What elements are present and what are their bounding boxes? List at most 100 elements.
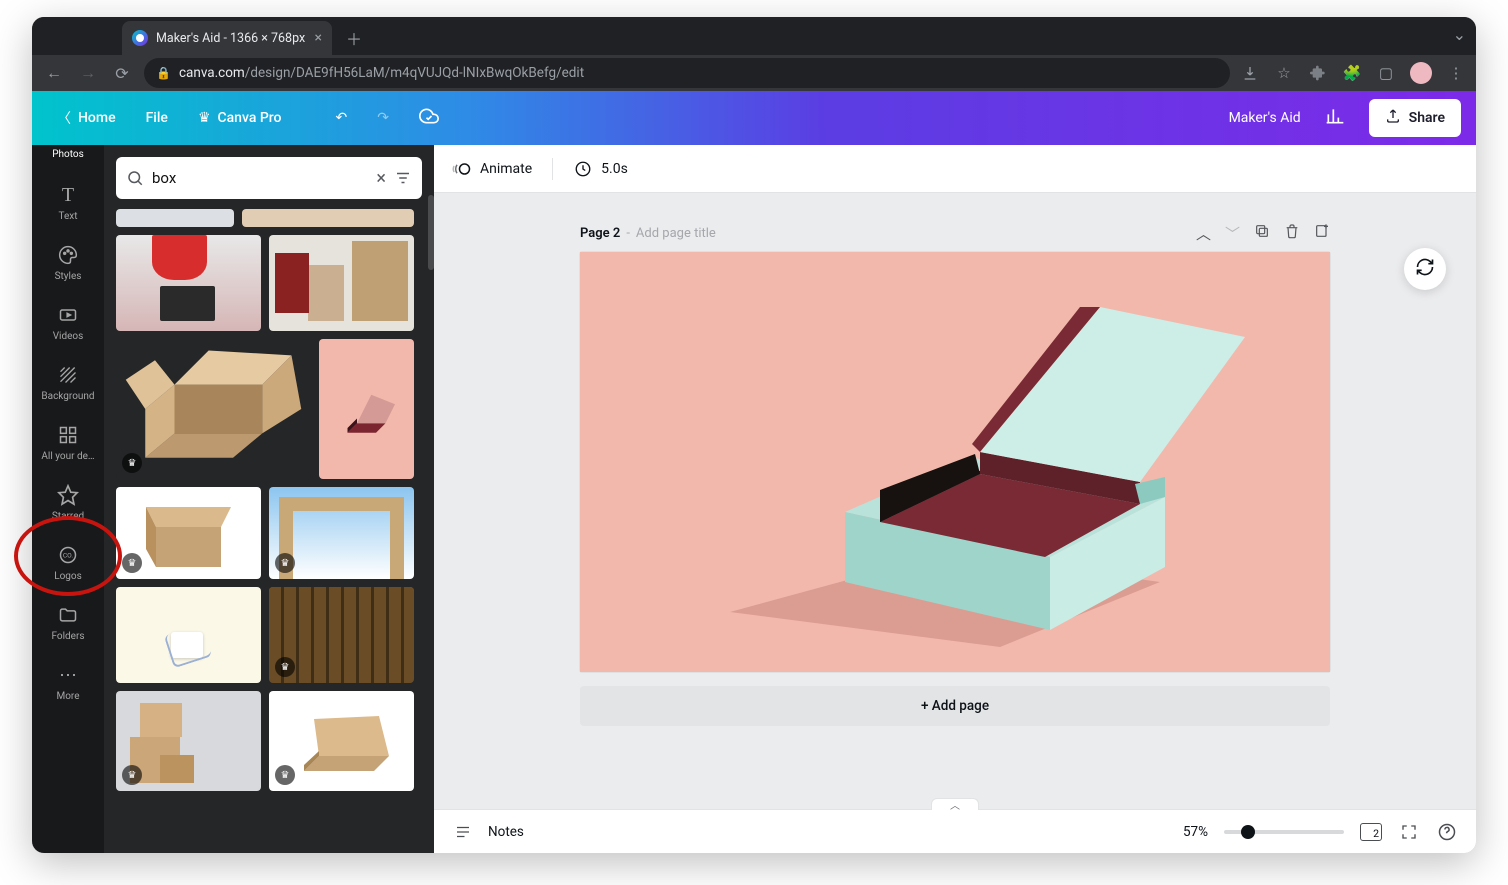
notes-icon[interactable] <box>452 821 474 843</box>
photo-result[interactable] <box>269 235 414 331</box>
page-indicator[interactable]: 2 <box>1360 823 1382 841</box>
rail-item-videos[interactable]: Videos <box>32 293 104 353</box>
search-box[interactable]: × <box>116 157 422 199</box>
rail-item-logos[interactable]: CO. Logos <box>32 533 104 593</box>
back-button[interactable]: ← <box>42 61 66 85</box>
insights-button[interactable] <box>1315 100 1355 136</box>
canvas-toolbar: Animate 5.0s <box>434 145 1476 193</box>
fullscreen-icon[interactable] <box>1398 821 1420 843</box>
notes-label[interactable]: Notes <box>488 824 524 840</box>
profile-avatar[interactable] <box>1410 62 1432 84</box>
rail-label: Styles <box>55 271 82 282</box>
undo-button[interactable]: ↶ <box>326 104 358 132</box>
canva-pro-button[interactable]: ♛ Canva Pro <box>188 104 292 132</box>
page-down-icon[interactable]: ﹀ <box>1225 223 1240 244</box>
photo-result[interactable]: ♛ <box>116 691 261 791</box>
photo-result[interactable]: ♛ <box>269 691 414 791</box>
photo-result[interactable]: ♛ <box>116 487 261 579</box>
help-icon[interactable] <box>1436 821 1458 843</box>
kebab-menu-icon[interactable]: ⋮ <box>1446 63 1466 83</box>
pro-badge-icon: ♛ <box>275 657 295 677</box>
tab-overflow-icon[interactable]: ⌄ <box>1453 25 1466 44</box>
photo-result[interactable] <box>242 209 414 227</box>
canvas-viewport[interactable]: Page 2 - Add page title ︿ ﹀ <box>434 193 1476 809</box>
file-label: File <box>146 110 168 126</box>
zoom-slider[interactable] <box>1224 830 1344 834</box>
app-header: 〈 Home File ♛ Canva Pro ↶ ↷ <box>32 91 1476 145</box>
clear-search-icon[interactable]: × <box>376 168 386 189</box>
new-tab-button[interactable]: ＋ <box>340 24 368 52</box>
rail-label: Photos <box>52 149 84 160</box>
rail-label: All your de… <box>41 451 94 462</box>
cloud-sync-button[interactable] <box>409 100 449 136</box>
duration-button[interactable]: 5.0s <box>573 159 628 179</box>
add-page-button[interactable]: + Add page <box>580 686 1330 726</box>
search-input[interactable] <box>152 169 368 187</box>
file-menu[interactable]: File <box>136 104 178 132</box>
duration-label: 5.0s <box>601 161 628 177</box>
page-label: Page 2 <box>580 226 620 241</box>
refresh-icon <box>1415 257 1435 281</box>
photo-result[interactable] <box>116 587 261 683</box>
slider-knob[interactable] <box>1241 825 1255 839</box>
crown-icon: ♛ <box>198 110 211 126</box>
photo-result[interactable] <box>116 235 261 331</box>
panel-scrollbar[interactable] <box>427 157 434 847</box>
install-app-icon[interactable] <box>1240 63 1260 83</box>
svg-text:CO.: CO. <box>63 552 74 560</box>
reload-button[interactable]: ⟳ <box>110 61 134 85</box>
extensions-puzzle-icon[interactable]: 🧩 <box>1342 63 1362 83</box>
expand-timeline-button[interactable]: ︿ <box>931 798 979 810</box>
animate-button[interactable]: Animate <box>452 159 532 179</box>
extension-icon[interactable] <box>1308 63 1328 83</box>
duplicate-page-icon[interactable] <box>1254 223 1270 244</box>
rail-item-all-designs[interactable]: All your de… <box>32 413 104 473</box>
photo-result[interactable]: ♛ <box>269 587 414 683</box>
delete-page-icon[interactable] <box>1284 223 1300 244</box>
rail-label: Text <box>58 211 77 222</box>
regenerate-button[interactable] <box>1404 248 1446 290</box>
share-button[interactable]: Share <box>1369 99 1461 137</box>
grid-icon <box>57 424 79 446</box>
design-page[interactable] <box>580 252 1330 672</box>
tab-strip: Maker's Aid - 1366 × 768px × ＋ ⌄ <box>32 17 1476 55</box>
photo-results: ♛ <box>104 209 434 853</box>
forward-button[interactable]: → <box>76 61 100 85</box>
filter-icon[interactable] <box>394 169 412 187</box>
page-up-icon[interactable]: ︿ <box>1196 223 1211 244</box>
side-rail: Photos T Text Styles Videos <box>32 145 104 853</box>
add-page-icon[interactable] <box>1314 223 1330 244</box>
photo-result[interactable]: ♛ <box>116 339 311 479</box>
rail-item-photos[interactable]: Photos <box>32 149 104 167</box>
rail-item-text[interactable]: T Text <box>32 173 104 233</box>
animate-label: Animate <box>480 161 532 177</box>
photo-result[interactable]: ♛ <box>269 487 414 579</box>
rail-item-background[interactable]: Background <box>32 353 104 413</box>
rail-item-folders[interactable]: Folders <box>32 593 104 653</box>
logo-icon: CO. <box>57 544 79 566</box>
redo-button[interactable]: ↷ <box>367 104 399 132</box>
rail-item-starred[interactable]: Starred <box>32 473 104 533</box>
home-button[interactable]: 〈 Home <box>47 102 126 134</box>
canvas-image[interactable] <box>580 252 1330 672</box>
photo-result[interactable] <box>319 339 414 479</box>
canvas-area: Animate 5.0s Page 2 - Add page titl <box>434 145 1476 853</box>
browser-tab[interactable]: Maker's Aid - 1366 × 768px × <box>122 21 332 55</box>
workspace: Photos T Text Styles Videos <box>32 145 1476 853</box>
bookmark-icon[interactable]: ☆ <box>1274 63 1294 83</box>
zoom-value[interactable]: 57% <box>1183 824 1208 840</box>
text-icon: T <box>57 184 79 206</box>
chart-bar-icon <box>1325 106 1345 130</box>
rail-label: Videos <box>53 331 84 342</box>
rail-item-more[interactable]: ⋯ More <box>32 653 104 713</box>
redo-icon: ↷ <box>377 110 389 126</box>
photo-result[interactable] <box>116 209 234 227</box>
design-name[interactable]: Maker's Aid <box>1229 110 1301 126</box>
url-input[interactable]: 🔒 canva.com/design/DAE9fH56LaM/m4qVUJQd-… <box>144 58 1230 88</box>
rail-item-styles[interactable]: Styles <box>32 233 104 293</box>
reading-list-icon[interactable]: ▢ <box>1376 63 1396 83</box>
upload-icon <box>1385 108 1401 128</box>
close-tab-icon[interactable]: × <box>315 30 322 46</box>
pro-badge-icon: ♛ <box>122 553 142 573</box>
add-page-title-hint[interactable]: Add page title <box>636 226 716 241</box>
